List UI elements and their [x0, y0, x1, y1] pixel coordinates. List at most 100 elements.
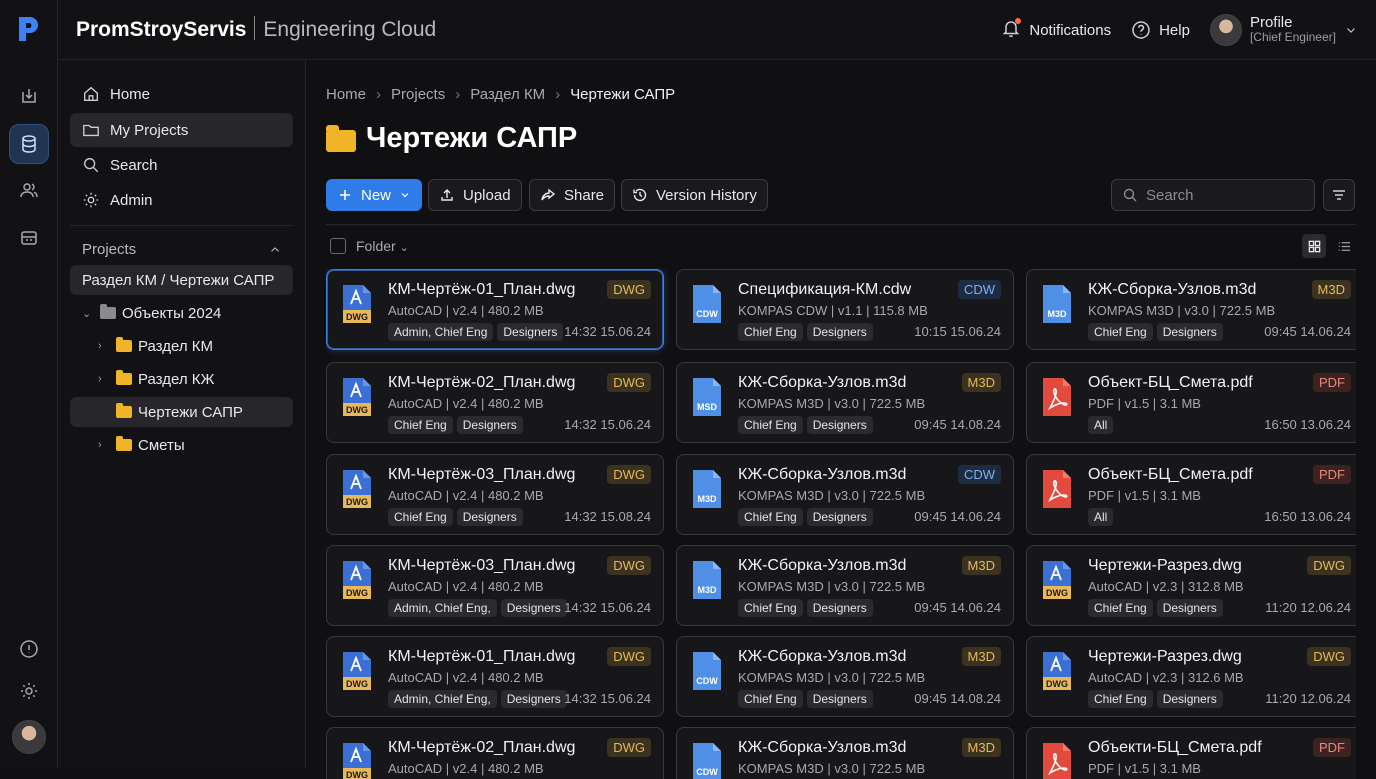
- file-meta: AutoCAD | v2.4 | 480.2 MB: [388, 761, 544, 776]
- file-type-badge: DWG: [607, 556, 651, 575]
- access-tag: Designers: [500, 690, 567, 708]
- file-card[interactable]: Объект-БЦ_Смета.pdf PDF PDF | v1.5 | 3.1 M…: [1026, 454, 1356, 535]
- rail-users-button[interactable]: [9, 170, 49, 210]
- file-card[interactable]: DWG Чертежи-Разрез.dwg DWG AutoCAD | v2.3 |…: [1026, 636, 1356, 717]
- file-name: КМ-Чертёж-02_План.dwg: [388, 739, 576, 756]
- access-tag: Designers: [497, 323, 564, 341]
- tree-item-chertezhi-sapr[interactable]: Чертежи САПР: [70, 397, 293, 427]
- access-tag: All: [1088, 508, 1114, 526]
- search-box[interactable]: [1111, 179, 1315, 211]
- rail-avatar[interactable]: [12, 720, 46, 754]
- file-card[interactable]: DWG КМ-Чертёж-01_План.dwg DWG AutoCAD | v2.…: [326, 269, 664, 350]
- sidebar-item-my-projects[interactable]: My Projects: [70, 113, 293, 147]
- file-card[interactable]: CDW КЖ-Сборка-Узлов.m3d M3D KOMPAS M3D | v3…: [676, 636, 1014, 717]
- help-button[interactable]: Help: [1131, 20, 1190, 40]
- file-card[interactable]: Объект-БЦ_Смета.pdf PDF PDF | v1.5 | 3.1 M…: [1026, 362, 1356, 443]
- tree-item-smety[interactable]: › Сметы: [98, 430, 185, 460]
- file-card[interactable]: M3D КЖ-Сборка-Узлов.m3d M3D KOMPAS M3D | v3…: [1026, 269, 1356, 350]
- version-history-button[interactable]: Version History: [621, 179, 768, 211]
- select-all-checkbox[interactable]: [330, 238, 346, 254]
- tree-item-razdel-km[interactable]: › Раздел КМ: [98, 331, 213, 361]
- file-name: Объект-БЦ_Смета.pdf: [1088, 374, 1253, 391]
- tree-item-label: Чертежи САПР: [138, 403, 243, 421]
- projects-heading: Projects: [82, 241, 137, 258]
- file-name: КМ-Чертёж-02_План.dwg: [388, 374, 576, 391]
- file-card[interactable]: M3D КЖ-Сборка-Узлов.m3d M3D KOMPAS M3D | v3…: [676, 545, 1014, 626]
- profile-menu[interactable]: Profile [Chief Engineer]: [1209, 14, 1358, 46]
- file-tags: Chief Eng Designers: [1088, 599, 1223, 617]
- file-tags: Chief Eng Designers: [738, 416, 873, 434]
- file-date: 14:32 15.06.24: [564, 600, 651, 615]
- file-card[interactable]: DWG Чертежи-Разрез.dwg DWG AutoCAD | v2.3 |…: [1026, 545, 1356, 626]
- tree-item-razdel-kzh[interactable]: › Раздел КЖ: [98, 364, 214, 394]
- info-icon: [20, 640, 38, 658]
- upload-button[interactable]: Upload: [428, 179, 522, 211]
- file-meta: KOMPAS M3D | v3.0 | 722.5 MB: [738, 670, 926, 685]
- breadcrumb-home[interactable]: Home: [326, 86, 366, 103]
- file-card[interactable]: DWG КМ-Чертёж-02_План.dwg DWG AutoCAD | v2.…: [326, 362, 664, 443]
- grid-view-button[interactable]: [1302, 234, 1326, 258]
- sidebar-item-search[interactable]: Search: [70, 148, 293, 182]
- sidebar-item-home[interactable]: Home: [70, 77, 293, 111]
- file-card[interactable]: DWG КМ-Чертёж-01_План.dwg DWG AutoCAD | v2.…: [326, 636, 664, 717]
- file-name: КЖ-Сборка-Узлов.m3d: [738, 739, 907, 756]
- rail-upload-button[interactable]: [9, 76, 49, 116]
- access-tag: Designers: [1156, 599, 1223, 617]
- breadcrumb-razdel-km[interactable]: Раздел КМ: [470, 86, 545, 103]
- file-card[interactable]: M3D КЖ-Сборка-Узлов.m3d CDW KOMPAS M3D | v3…: [676, 454, 1014, 535]
- file-date: 10:15 15.06.24: [914, 324, 1001, 339]
- app-rail: [0, 0, 58, 768]
- filter-button[interactable]: [1323, 179, 1355, 211]
- home-icon: [84, 86, 98, 101]
- sidebar-item-admin[interactable]: Admin: [70, 183, 293, 217]
- search-input[interactable]: [1146, 186, 1306, 204]
- file-meta: PDF | v1.5 | 3.1 MB: [1088, 396, 1201, 411]
- file-card[interactable]: DWG КМ-Чертёж-03_План.dwg DWG AutoCAD | v2.…: [326, 545, 664, 626]
- rail-storage-button[interactable]: [9, 124, 49, 164]
- file-type-badge: DWG: [607, 373, 651, 392]
- file-meta: AutoCAD | v2.4 | 480.2 MB: [388, 579, 544, 594]
- rail-archive-button[interactable]: [9, 218, 49, 258]
- dwg-file-icon: DWG: [341, 742, 373, 779]
- file-card[interactable]: Объекти-БЦ_Смета.pdf PDF PDF | v1.5 | 3.1 …: [1026, 727, 1356, 779]
- toolbar-divider: [326, 224, 1356, 225]
- access-tag: Designers: [1156, 323, 1223, 341]
- access-tag: Chief Eng: [738, 599, 803, 617]
- svg-text:DWG: DWG: [346, 405, 368, 415]
- file-card[interactable]: DWG КМ-Чертёж-03_План.dwg DWG AutoCAD | v2.…: [326, 454, 664, 535]
- file-card[interactable]: CDW Спецификация-КМ.cdw CDW KOMPAS CDW | v1…: [676, 269, 1014, 350]
- file-meta: KOMPAS M3D | v3.0 | 722.5 MB: [738, 579, 926, 594]
- notifications-button[interactable]: Notifications: [1001, 18, 1111, 42]
- logo-icon: [19, 17, 38, 41]
- rail-settings-button[interactable]: [9, 671, 49, 711]
- folder-icon: [83, 124, 99, 137]
- svg-text:MSD: MSD: [697, 402, 718, 412]
- breadcrumb-projects[interactable]: Projects: [391, 86, 445, 103]
- help-icon: [1132, 21, 1150, 39]
- file-name: КЖ-Сборка-Узлов.m3d: [738, 648, 907, 665]
- file-card[interactable]: CDW КЖ-Сборка-Узлов.m3d M3D KOMPAS M3D | v3…: [676, 727, 1014, 779]
- list-view-button[interactable]: [1332, 234, 1356, 258]
- file-meta: PDF | v1.5 | 3.1 MB: [1088, 488, 1201, 503]
- access-tag: Designers: [806, 599, 873, 617]
- access-tag: Chief Eng: [738, 323, 803, 341]
- new-button[interactable]: New: [326, 179, 423, 211]
- upload-tray-icon: [22, 89, 36, 103]
- file-type-badge: DWG: [607, 465, 651, 484]
- m3d-file-icon: M3D: [1041, 284, 1073, 324]
- current-project-path[interactable]: Раздел КМ / Чертежи САПР: [70, 265, 293, 295]
- file-card[interactable]: MSD КЖ-Сборка-Узлов.m3d M3D KOMPAS M3D | v3…: [676, 362, 1014, 443]
- rail-info-button[interactable]: [9, 629, 49, 669]
- projects-section-toggle[interactable]: Projects: [82, 241, 282, 258]
- list-icon: [1338, 241, 1350, 251]
- share-button[interactable]: Share: [529, 179, 616, 211]
- breadcrumb-current: Чертежи САПР: [570, 86, 676, 103]
- file-type-badge: PDF: [1313, 373, 1351, 392]
- chevron-right-icon: ›: [98, 439, 102, 451]
- svg-text:DWG: DWG: [346, 588, 368, 598]
- sort-folder-dropdown[interactable]: Folder ⌄: [356, 238, 409, 254]
- view-toggle: [1302, 234, 1356, 258]
- file-card[interactable]: DWG КМ-Чертёж-02_План.dwg DWG AutoCAD | v2.…: [326, 727, 664, 779]
- folder-icon: [116, 370, 132, 385]
- tree-item-objects-2024[interactable]: ⌄ Объекты 2024: [82, 298, 221, 328]
